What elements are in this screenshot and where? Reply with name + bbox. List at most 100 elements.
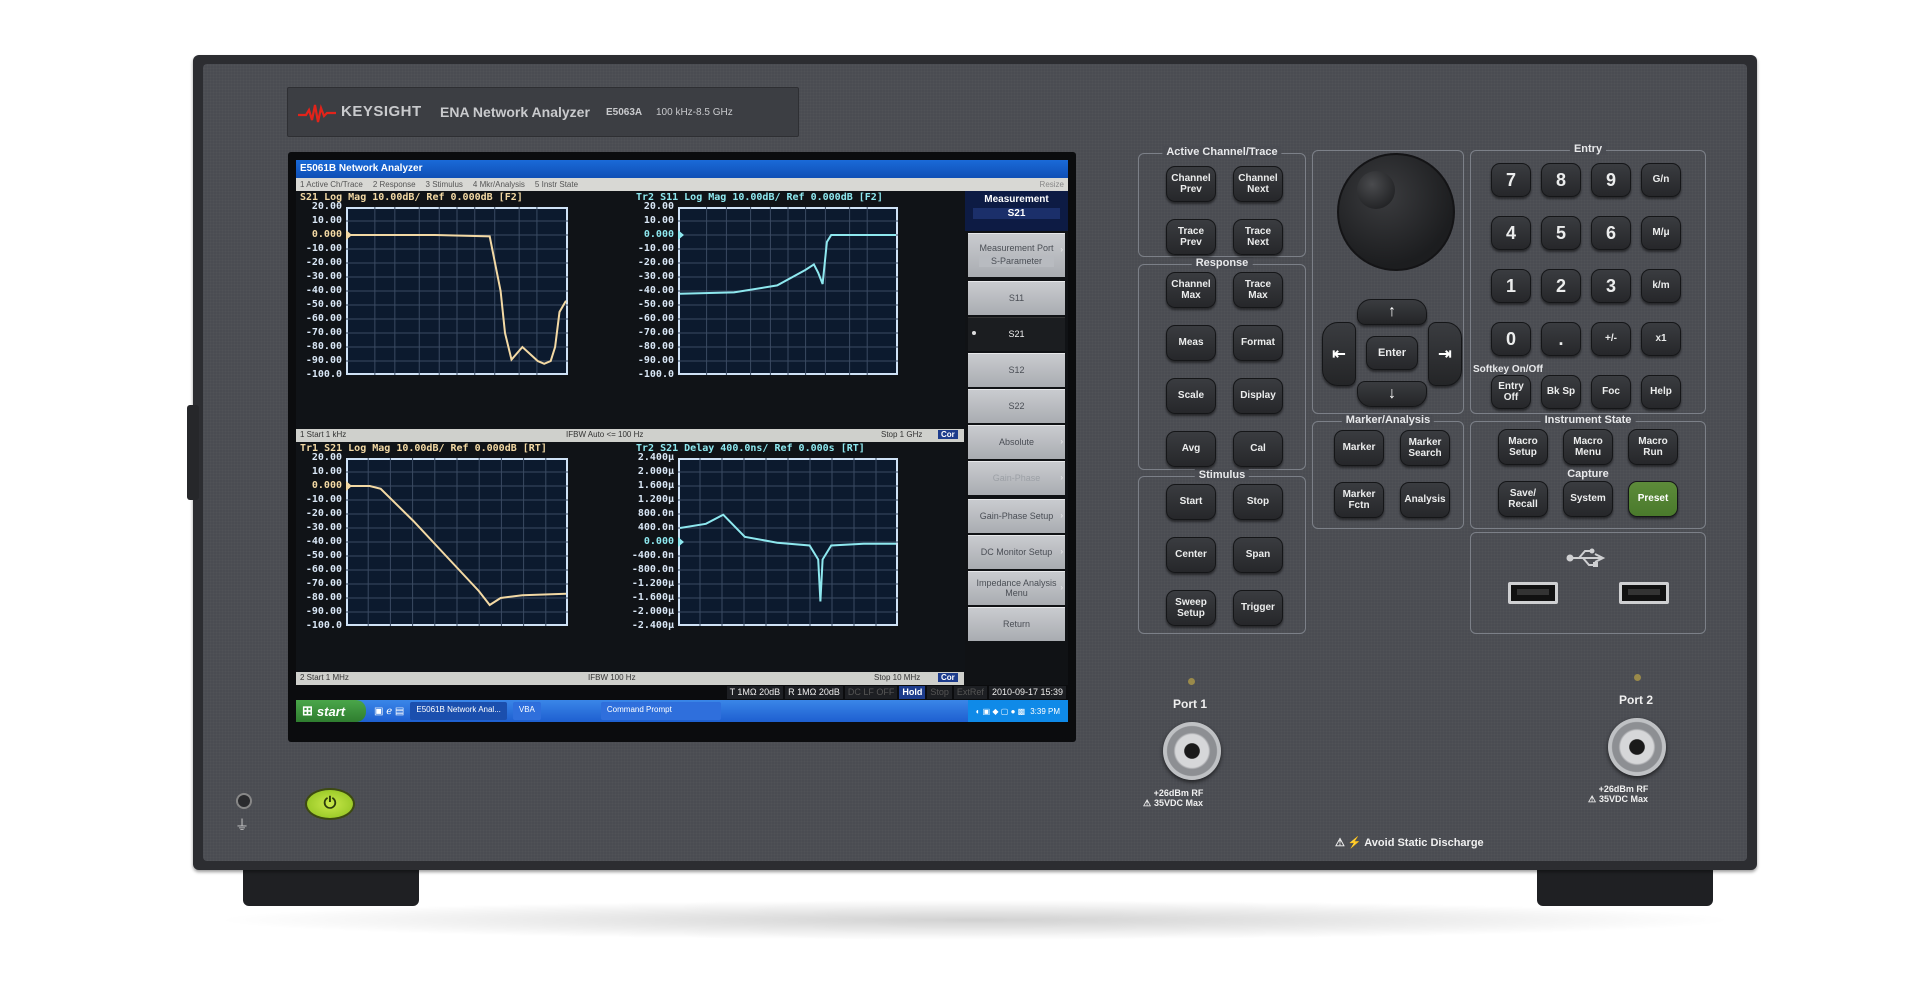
menu-item[interactable]: 2 Response [373, 180, 416, 189]
macro-run-key[interactable]: Macro Run [1628, 429, 1678, 465]
softkey-impedance-analysis-menu[interactable]: Impedance Analysis Menu › [968, 571, 1065, 605]
trace-plot-2[interactable] [678, 207, 898, 375]
softkey-return[interactable]: Return [968, 607, 1065, 641]
selected-dot-icon [972, 331, 976, 335]
tr-max-key[interactable]: Trace Max [1233, 272, 1283, 308]
n7-key[interactable]: 7 [1491, 163, 1531, 197]
entry-off-key[interactable]: Entry Off [1491, 375, 1531, 409]
marker-search-key[interactable]: Marker Search [1400, 430, 1450, 466]
down-arrow-key[interactable]: ↓ [1357, 381, 1427, 407]
sweep-key[interactable]: Sweep Setup [1166, 590, 1216, 626]
up-arrow-key[interactable]: ↑ [1357, 299, 1427, 325]
y-tick-label: -20.00 [637, 257, 674, 268]
usb-port-1[interactable] [1508, 582, 1558, 604]
x1-key[interactable]: x1 [1641, 322, 1681, 356]
right-arrow-key[interactable]: ⇥ [1428, 322, 1462, 386]
softkey-s22[interactable]: S22 [968, 389, 1065, 423]
usb-port-2[interactable] [1619, 582, 1669, 604]
start-key[interactable]: Start [1166, 484, 1216, 520]
cal-key[interactable]: Cal [1233, 431, 1283, 467]
n3-key[interactable]: 3 [1591, 269, 1631, 303]
trace-plot-1[interactable] [346, 207, 568, 375]
quicklaunch-icons[interactable]: ▣ ℯ ▤ [374, 706, 404, 717]
softkey-dc-monitor-setup[interactable]: DC Monitor Setup › [968, 535, 1065, 569]
taskbar-item-vba[interactable]: VBA [512, 702, 541, 720]
left-foot [243, 868, 419, 906]
softkey-gain-phase[interactable]: Gain-Phase › [968, 461, 1065, 495]
ch-max-key[interactable]: Channel Max [1166, 272, 1216, 308]
stop-key[interactable]: Stop [1233, 484, 1283, 520]
gn-key[interactable]: G/n [1641, 163, 1681, 197]
menu-item[interactable]: 3 Stimulus [426, 180, 463, 189]
softkey-gain-phase-setup[interactable]: Gain-Phase Setup › [968, 499, 1065, 533]
trace-plot-4[interactable] [678, 458, 898, 626]
menu-item[interactable]: 5 Instr State [535, 180, 578, 189]
softkey-absolute[interactable]: Absolute › [968, 425, 1065, 459]
save-recall-key[interactable]: Save/ Recall [1498, 481, 1548, 517]
power-button[interactable]: ⏻ [305, 788, 355, 820]
system-key[interactable]: System [1563, 481, 1613, 517]
ch-next-key[interactable]: Channel Next [1233, 166, 1283, 202]
menu-item[interactable]: 4 Mkr/Analysis [473, 180, 525, 189]
help-key[interactable]: Help [1641, 375, 1681, 409]
chevron-right-icon: › [1060, 473, 1063, 482]
macro-menu-key[interactable]: Macro Menu [1563, 429, 1613, 465]
foc-key[interactable]: Foc [1591, 375, 1631, 409]
n9-key[interactable]: 9 [1591, 163, 1631, 197]
macro-setup-key[interactable]: Macro Setup [1498, 429, 1548, 465]
preset-key[interactable]: Preset [1628, 481, 1678, 517]
marker-key[interactable]: Marker [1334, 430, 1384, 466]
span-key[interactable]: Span [1233, 537, 1283, 573]
softkey-s11[interactable]: S11 [968, 281, 1065, 315]
softkey-s21[interactable]: S21 [968, 317, 1065, 351]
n6-key[interactable]: 6 [1591, 216, 1631, 250]
n1-key[interactable]: 1 [1491, 269, 1531, 303]
instrument-info-bar: T 1MΩ 20dB R 1MΩ 20dB DC LF OFF Hold Stop Ext… [296, 685, 1068, 700]
menu-bar: 1 Active Ch/Trace 2 Response 3 Stimulus … [296, 178, 1068, 191]
port2-warning-text: +26dBm RF 35VDC Max [1598, 784, 1649, 804]
n0-key[interactable]: 0 [1491, 322, 1531, 356]
trace-plot-3[interactable] [346, 458, 568, 626]
port2-connector[interactable] [1608, 718, 1666, 776]
resize-button[interactable]: Resize [1040, 180, 1064, 189]
left-arrow-key[interactable]: ⇤ [1322, 322, 1356, 386]
enter-key[interactable]: Enter [1366, 336, 1418, 370]
bksp-key[interactable]: Bk Sp [1541, 375, 1581, 409]
marker-fctn-key[interactable]: Marker Fctn [1334, 482, 1384, 518]
center-key[interactable]: Center [1166, 537, 1216, 573]
taskbar-item-network-analyzer[interactable]: E5061B Network Anal... [410, 702, 507, 720]
softkey-measurement-port[interactable]: Measurement Port S-Parameter › [968, 233, 1065, 277]
format-key[interactable]: Format [1233, 325, 1283, 361]
ch-prev-key[interactable]: Channel Prev [1166, 166, 1216, 202]
n5-key[interactable]: 5 [1541, 216, 1581, 250]
trigger-key[interactable]: Trigger [1233, 590, 1283, 626]
ch1-start: 1 Start 1 kHz [300, 430, 347, 439]
km-key[interactable]: k/m [1641, 269, 1681, 303]
y-tick-label: 400.0n [637, 522, 674, 533]
rotary-knob[interactable] [1337, 153, 1455, 271]
analysis-key[interactable]: Analysis [1400, 482, 1450, 518]
display-key[interactable]: Display [1233, 378, 1283, 414]
tray-icons[interactable]: ◐ ▣ ◆ ▢ ● ▩ [976, 707, 1026, 716]
n8-key[interactable]: 8 [1541, 163, 1581, 197]
n2-key[interactable]: 2 [1541, 269, 1581, 303]
display-screen[interactable]: E5061B Network Analyzer 1 Active Ch/Trac… [296, 160, 1068, 734]
port2-label: Port 2 [1619, 693, 1654, 707]
softkey-s12[interactable]: S12 [968, 353, 1065, 387]
menu-item[interactable]: 1 Active Ch/Trace [300, 180, 363, 189]
ch2-ifbw: IFBW 100 Hz [588, 673, 636, 682]
dot-key[interactable]: . [1541, 322, 1581, 356]
scale-key[interactable]: Scale [1166, 378, 1216, 414]
start-button[interactable]: ⊞ start [296, 700, 366, 722]
tr-next-key[interactable]: Trace Next [1233, 219, 1283, 255]
y-tick-label: 10.00 [311, 215, 342, 226]
pm-key[interactable]: +/- [1591, 322, 1631, 356]
taskbar-item-command-prompt[interactable]: Command Prompt [600, 702, 721, 720]
y-tick-label: -10.00 [305, 494, 342, 505]
mu-key[interactable]: M/μ [1641, 216, 1681, 250]
tr-prev-key[interactable]: Trace Prev [1166, 219, 1216, 255]
port1-connector[interactable] [1163, 722, 1221, 780]
meas-key[interactable]: Meas [1166, 325, 1216, 361]
avg-key[interactable]: Avg [1166, 431, 1216, 467]
n4-key[interactable]: 4 [1491, 216, 1531, 250]
